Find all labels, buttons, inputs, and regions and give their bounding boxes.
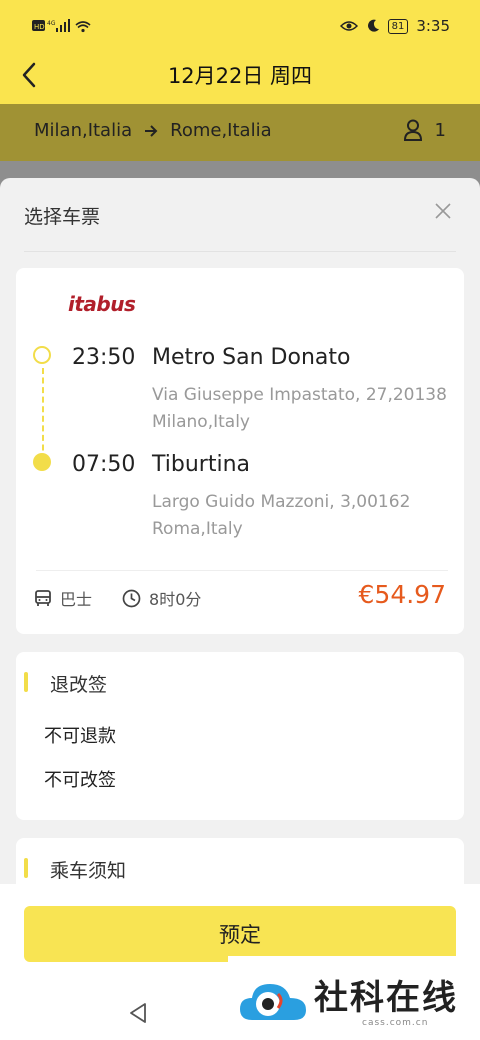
network-icons: HD 4G [32,19,91,33]
trip-card[interactable]: itabus 23:50 Metro San Donato Via Giusep… [16,268,464,634]
watermark: 社科在线 cass.com.cn [228,956,480,1040]
vehicle-type: 巴士 [60,590,93,609]
divider [36,570,448,571]
watermark-sub: cass.com.cn [362,1018,429,1028]
person-icon [403,119,422,141]
bus-icon [35,590,51,606]
arrow-right-icon [145,124,158,137]
nav-back-icon[interactable] [128,1002,148,1024]
moon-icon [367,19,379,32]
ticket-price: €54.97 [358,580,446,609]
arrival-time: 07:50 [72,452,136,477]
refund-policy-card: 退改签 不可退款 不可改签 [16,652,464,820]
status-time: 3:35 [416,17,450,35]
route-from: Milan,Italia [34,120,133,141]
close-icon[interactable] [434,202,452,220]
eye-icon [339,21,358,31]
route-summary: Milan,Italia Rome,Italia [34,120,272,141]
departure-time: 23:50 [72,345,136,370]
departure-dot [33,346,51,364]
status-left-icons: HD 4G [32,19,92,33]
trip-duration: 8时0分 [149,590,202,609]
policy-line: 不可退款 [44,726,116,747]
sheet-title: 选择车票 [24,206,101,228]
operator-logo: itabus [68,292,136,316]
departure-station: Metro San Donato [152,345,351,370]
section-accent [24,858,28,878]
route-to: Rome,Italia [170,120,272,141]
sheet-header: 选择车票 [0,178,480,252]
notice-title: 乘车须知 [50,860,127,882]
status-bar: HD 4G 81 3:35 [0,0,480,52]
section-accent [24,672,28,692]
arrival-address: Largo Guido Mazzoni, 3,00162 Roma,Italy [152,492,411,539]
status-right: 81 3:35 [339,17,450,35]
policy-title: 退改签 [50,674,108,696]
route-bar: Milan,Italia Rome,Italia 1 [0,104,480,161]
watermark-text: 社科在线 [314,978,458,1018]
book-button[interactable]: 预定 [24,906,456,962]
battery-indicator: 81 [387,18,409,34]
top-bar: HD 4G 81 3:35 12月22日 周四 [0,0,480,104]
svg-text:HD: HD [34,23,45,31]
clock-icon [122,589,141,607]
route-dashed-line [42,368,44,460]
policy-line: 不可改签 [44,770,116,791]
cloud-logo-icon [240,984,306,1020]
svg-text:4G: 4G [47,20,56,27]
divider [24,251,456,252]
page-title: 12月22日 周四 [167,64,313,88]
departure-address: Via Giuseppe Impastato, 27,20138 Milano,… [152,385,447,432]
arrival-dot [33,453,51,471]
passenger-count: 1 [403,119,446,141]
arrival-station: Tiburtina [152,452,250,477]
passenger-number: 1 [434,119,446,141]
trip-meta: 巴士 8时0分 [34,586,201,610]
